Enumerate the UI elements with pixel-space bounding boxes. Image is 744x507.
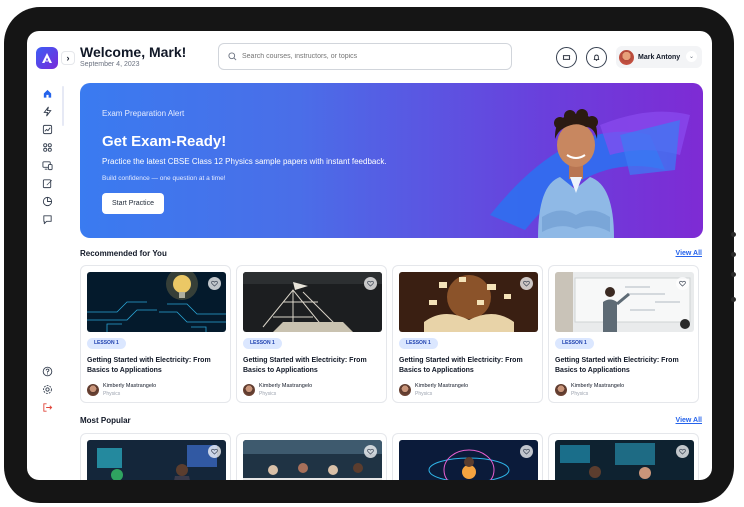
heart-icon bbox=[367, 280, 374, 287]
pie-chart-icon[interactable] bbox=[40, 194, 54, 208]
profile-menu[interactable]: Mark Antony ⌄ bbox=[616, 46, 702, 68]
course-title: Getting Started with Electricity: From B… bbox=[555, 357, 679, 374]
camera-dot bbox=[731, 232, 736, 237]
avatar bbox=[87, 384, 99, 396]
app-screen: › Welcome, Mark! September 4, 2023 Mark … bbox=[27, 31, 712, 480]
favorite-button[interactable] bbox=[676, 277, 689, 290]
sensor-dot bbox=[731, 297, 736, 302]
sensor-dot bbox=[731, 252, 736, 257]
home-icon[interactable] bbox=[40, 86, 54, 100]
favorite-button[interactable] bbox=[208, 277, 221, 290]
heart-icon bbox=[211, 280, 218, 287]
sensor-dot bbox=[731, 272, 736, 277]
course-subject: Physics bbox=[415, 391, 433, 397]
favorite-button[interactable] bbox=[676, 445, 689, 458]
author-name: Kimberly Mastrangelo bbox=[415, 383, 469, 389]
favorite-button[interactable] bbox=[208, 445, 221, 458]
banner-description: Practice the latest CBSE Class 12 Physic… bbox=[102, 157, 387, 166]
lesson-badge: LESSON 1 bbox=[555, 338, 594, 349]
avatar bbox=[243, 384, 255, 396]
section-title-popular: Most Popular bbox=[80, 416, 131, 425]
favorite-button[interactable] bbox=[520, 445, 533, 458]
chat-icon[interactable] bbox=[40, 212, 54, 226]
course-thumbnail bbox=[87, 272, 226, 332]
settings-icon[interactable] bbox=[40, 382, 54, 396]
heart-icon bbox=[211, 448, 218, 455]
search-bar[interactable] bbox=[218, 43, 512, 70]
section-title-recommended: Recommended for You bbox=[80, 249, 167, 258]
course-thumbnail bbox=[243, 440, 382, 480]
lesson-badge: LESSON 1 bbox=[399, 338, 438, 349]
ticket-icon bbox=[562, 55, 571, 60]
course-card[interactable]: LESSON 1 Getting Started with Electricit… bbox=[392, 265, 543, 403]
heart-icon bbox=[679, 280, 686, 287]
help-icon[interactable] bbox=[40, 364, 54, 378]
favorite-button[interactable] bbox=[520, 277, 533, 290]
course-card[interactable]: LESSON 1 Getting Started with Electricit… bbox=[80, 265, 231, 403]
grid-icon[interactable] bbox=[40, 140, 54, 154]
bell-icon bbox=[593, 54, 600, 61]
chevron-right-icon: › bbox=[66, 53, 70, 63]
sidebar bbox=[27, 31, 65, 480]
course-subject: Physics bbox=[103, 391, 121, 397]
avatar bbox=[555, 384, 567, 396]
logout-icon[interactable] bbox=[40, 400, 54, 414]
course-thumbnail bbox=[399, 440, 538, 480]
student-illustration bbox=[538, 109, 614, 238]
course-subject: Physics bbox=[571, 391, 589, 397]
app-logo[interactable] bbox=[36, 47, 58, 69]
search-input[interactable] bbox=[242, 53, 492, 60]
exam-banner: Exam Preparation Alert Get Exam-Ready! P… bbox=[80, 83, 703, 238]
sidebar-collapse-button[interactable]: › bbox=[61, 51, 75, 65]
course-card[interactable] bbox=[80, 433, 231, 480]
banner-subtext: Build confidence — one question at a tim… bbox=[102, 175, 226, 182]
logo-icon bbox=[42, 53, 52, 63]
page-title: Welcome, Mark! bbox=[80, 44, 187, 60]
view-all-popular-link[interactable]: View All bbox=[676, 417, 702, 424]
heart-icon bbox=[679, 448, 686, 455]
avatar bbox=[399, 384, 411, 396]
bolt-icon[interactable] bbox=[40, 104, 54, 118]
course-card[interactable] bbox=[392, 433, 543, 480]
chart-icon[interactable] bbox=[40, 122, 54, 136]
course-title: Getting Started with Electricity: From B… bbox=[87, 357, 211, 374]
sidebar-scroll-indicator bbox=[62, 86, 64, 126]
course-thumbnail bbox=[243, 272, 382, 332]
course-subject: Physics bbox=[259, 391, 277, 397]
course-card[interactable] bbox=[548, 433, 699, 480]
course-card[interactable] bbox=[236, 433, 387, 480]
course-thumbnail bbox=[555, 440, 694, 480]
banner-eyebrow: Exam Preparation Alert bbox=[102, 109, 185, 118]
heart-icon bbox=[523, 280, 530, 287]
author-name: Kimberly Mastrangelo bbox=[571, 383, 625, 389]
profile-name: Mark Antony bbox=[638, 53, 681, 61]
chevron-down-icon[interactable]: ⌄ bbox=[686, 51, 697, 62]
avatar bbox=[619, 49, 634, 65]
lesson-badge: LESSON 1 bbox=[243, 338, 282, 349]
lesson-badge: LESSON 1 bbox=[87, 338, 126, 349]
search-icon bbox=[228, 52, 237, 61]
start-practice-button[interactable]: Start Practice bbox=[102, 193, 164, 214]
favorite-button[interactable] bbox=[364, 445, 377, 458]
current-date: September 4, 2023 bbox=[80, 61, 140, 68]
heart-icon bbox=[367, 448, 374, 455]
heart-icon bbox=[523, 448, 530, 455]
course-thumbnail bbox=[87, 440, 226, 480]
course-title: Getting Started with Electricity: From B… bbox=[399, 357, 523, 374]
view-all-recommended-link[interactable]: View All bbox=[676, 250, 702, 257]
devices-icon[interactable] bbox=[40, 158, 54, 172]
edit-icon[interactable] bbox=[40, 176, 54, 190]
author-name: Kimberly Mastrangelo bbox=[103, 383, 157, 389]
author-name: Kimberly Mastrangelo bbox=[259, 383, 313, 389]
cart-button[interactable] bbox=[556, 47, 577, 68]
favorite-button[interactable] bbox=[364, 277, 377, 290]
course-card[interactable]: LESSON 1 Getting Started with Electricit… bbox=[548, 265, 699, 403]
course-title: Getting Started with Electricity: From B… bbox=[243, 357, 367, 374]
course-card[interactable]: LESSON 1 Getting Started with Electricit… bbox=[236, 265, 387, 403]
course-thumbnail bbox=[555, 272, 694, 332]
course-thumbnail bbox=[399, 272, 538, 332]
notifications-button[interactable] bbox=[586, 47, 607, 68]
banner-title: Get Exam-Ready! bbox=[102, 133, 227, 150]
